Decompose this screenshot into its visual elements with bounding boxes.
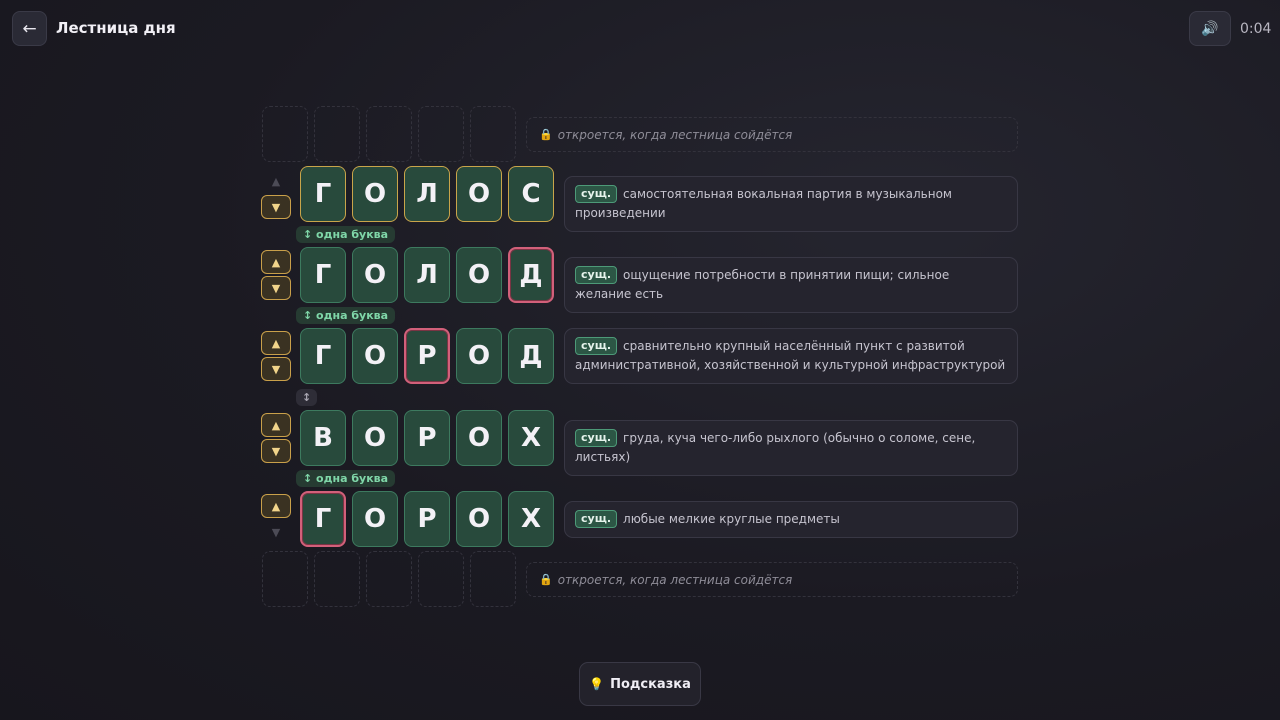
word-row-gorod: ▲ ▼ Г О Р О Д сущ. сравнительно крупный н… xyxy=(260,328,1020,384)
locked-row-bottom: 🔒 откроется, когда лестница сойдётся xyxy=(260,551,1020,607)
move-up-button[interactable]: ▲ xyxy=(261,494,291,518)
empty-cell xyxy=(418,551,464,607)
changed-letter-tile[interactable]: Р xyxy=(404,328,450,384)
locked-text: откроется, когда лестница сойдётся xyxy=(557,127,793,142)
definition-text: сравнительно крупный населённый пункт с … xyxy=(575,339,1006,372)
move-down-button[interactable]: ▼ xyxy=(261,276,291,300)
definition-card: сущ. самостоятельная вокальная партия в м… xyxy=(564,176,1018,232)
letter-tile[interactable]: Х xyxy=(508,410,554,466)
letter-tile[interactable]: Г xyxy=(300,166,346,222)
row-arrows: ▲ ▼ xyxy=(260,328,292,384)
definition-card: сущ. сравнительно крупный населённый пунк… xyxy=(564,328,1018,384)
letter-tile[interactable]: О xyxy=(456,491,502,547)
timer: 0:04 xyxy=(1240,21,1272,37)
empty-cell xyxy=(418,106,464,162)
empty-cell xyxy=(470,106,516,162)
letter-tile[interactable]: О xyxy=(456,247,502,303)
letter-tile[interactable]: О xyxy=(352,410,398,466)
letter-tile[interactable]: О xyxy=(456,410,502,466)
sound-button[interactable]: 🔊 xyxy=(1189,11,1231,46)
back-button[interactable]: ← xyxy=(12,11,47,46)
part-of-speech-badge: сущ. xyxy=(575,510,618,528)
definition-card: сущ. груда, куча чего-либо рыхлого (обычн… xyxy=(564,420,1018,476)
letter-tile[interactable]: О xyxy=(352,328,398,384)
letter-tile[interactable]: О xyxy=(352,166,398,222)
row-arrows: ▲ ▼ xyxy=(260,491,292,547)
letter-tile[interactable]: Г xyxy=(300,328,346,384)
definition-text: любые мелкие круглые предметы xyxy=(623,512,840,526)
definition-card: сущ. ощущение потребности в принятии пищи… xyxy=(564,257,1018,313)
move-up-button[interactable]: ▲ xyxy=(261,250,291,274)
speaker-icon: 🔊 xyxy=(1201,20,1219,37)
part-of-speech-badge: сущ. xyxy=(575,337,618,355)
letter-tile[interactable]: Л xyxy=(404,166,450,222)
part-of-speech-badge: сущ. xyxy=(575,185,618,203)
locked-text: откроется, когда лестница сойдётся xyxy=(557,572,793,587)
page-title: Лестница дня xyxy=(56,19,176,37)
empty-cell xyxy=(314,106,360,162)
definition-text: ощущение потребности в принятии пищи; си… xyxy=(575,268,950,301)
definition-text: груда, куча чего-либо рыхлого (обычно о … xyxy=(575,431,976,464)
row-arrows: ▲ ▼ xyxy=(260,410,292,466)
lock-icon: 🔒 xyxy=(539,128,553,141)
letter-tile[interactable]: С xyxy=(508,166,554,222)
locked-row-top: 🔒 откроется, когда лестница сойдётся xyxy=(260,106,1020,162)
letter-tile[interactable]: О xyxy=(456,166,502,222)
word-row-gorokh: ▲ ▼ Г О Р О Х сущ. любые мелкие круглые п… xyxy=(260,491,1020,547)
move-down-button[interactable]: ▼ xyxy=(261,195,291,219)
empty-cell xyxy=(314,551,360,607)
link-badge: ↕ одна буква xyxy=(296,307,396,324)
empty-cell xyxy=(470,551,516,607)
move-down-button[interactable]: ▼ xyxy=(261,357,291,381)
letter-tile[interactable]: Р xyxy=(404,410,450,466)
changed-letter-tile[interactable]: Г xyxy=(300,491,346,547)
letter-tile[interactable]: Г xyxy=(300,247,346,303)
changed-letter-tile[interactable]: Д xyxy=(508,247,554,303)
letter-tile[interactable]: В xyxy=(300,410,346,466)
arrow-left-icon: ← xyxy=(22,18,37,39)
word-row-golos: ▲ ▼ Г О Л О С сущ. самостоятельная вокаль… xyxy=(260,166,1020,232)
letter-tile[interactable]: Р xyxy=(404,491,450,547)
definition-card: сущ. любые мелкие круглые предметы xyxy=(564,501,1018,538)
letter-tile[interactable]: О xyxy=(456,328,502,384)
lightbulb-icon: 💡 xyxy=(589,677,605,691)
move-down-button[interactable]: ▼ xyxy=(261,520,291,544)
row-arrows: ▲ ▼ xyxy=(260,166,292,222)
row-arrows: ▲ ▼ xyxy=(260,247,292,303)
letter-tile[interactable]: О xyxy=(352,247,398,303)
letter-tile[interactable]: О xyxy=(352,491,398,547)
lock-icon: 🔒 xyxy=(539,573,553,586)
letter-tile[interactable]: Д xyxy=(508,328,554,384)
letter-tile[interactable]: Х xyxy=(508,491,554,547)
word-row-golod: ▲ ▼ Г О Л О Д сущ. ощущение потребности в… xyxy=(260,247,1020,313)
move-up-button[interactable]: ▲ xyxy=(261,331,291,355)
move-down-button[interactable]: ▼ xyxy=(261,439,291,463)
locked-definition: 🔒 откроется, когда лестница сойдётся xyxy=(526,562,1018,597)
link-badge: ↕ одна буква xyxy=(296,226,396,243)
part-of-speech-badge: сущ. xyxy=(575,429,618,447)
link-badge: ↕ одна буква xyxy=(296,470,396,487)
move-up-button[interactable]: ▲ xyxy=(261,169,291,193)
move-up-button[interactable]: ▲ xyxy=(261,413,291,437)
link-badge: ↕ xyxy=(296,389,318,406)
locked-definition: 🔒 откроется, когда лестница сойдётся xyxy=(526,117,1018,152)
definition-text: самостоятельная вокальная партия в музык… xyxy=(575,187,952,220)
empty-cell xyxy=(366,106,412,162)
letter-tile[interactable]: Л xyxy=(404,247,450,303)
empty-cell xyxy=(262,551,308,607)
empty-cell xyxy=(262,106,308,162)
hint-label: Подсказка xyxy=(610,676,691,692)
hint-button[interactable]: 💡 Подсказка xyxy=(579,662,701,706)
empty-cell xyxy=(366,551,412,607)
part-of-speech-badge: сущ. xyxy=(575,266,618,284)
word-row-vorokh: ▲ ▼ В О Р О Х сущ. груда, куча чего-либо … xyxy=(260,410,1020,476)
